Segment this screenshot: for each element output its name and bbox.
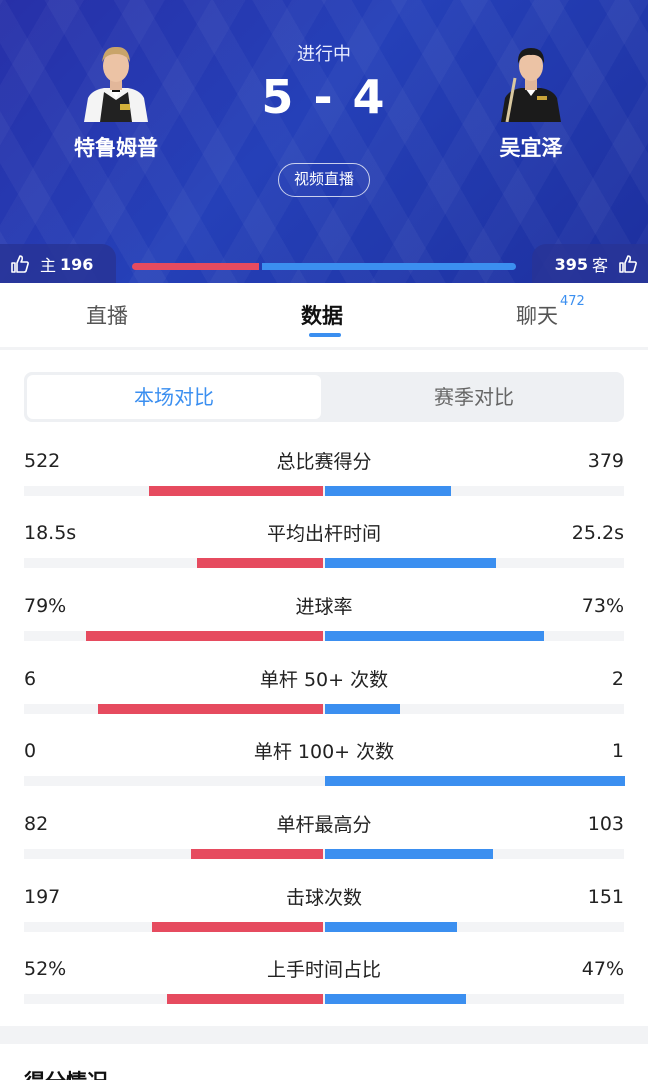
stat-away-value: 47%: [581, 958, 624, 980]
stat-home-bar: [167, 994, 323, 1004]
match-header: 特鲁姆普 进行中 5 - 4 视频直播 吴宜泽 主 196 395 客: [0, 0, 648, 283]
section-title: 得分情况: [24, 1066, 108, 1080]
stat-home-bar: [149, 486, 323, 496]
stat-row: 79% 进球率 73%: [24, 595, 624, 655]
stat-home-bar: [86, 631, 323, 641]
away-player[interactable]: 吴宜泽: [461, 38, 601, 162]
home-like-label: 主: [40, 256, 57, 275]
home-like-count: 196: [60, 254, 94, 274]
stat-home-bar: [98, 704, 323, 714]
away-support-fill: [262, 263, 516, 270]
stat-bar-track: [24, 849, 624, 859]
stat-row: 197 击球次数 151: [24, 886, 624, 946]
stat-away-bar: [325, 776, 625, 786]
stat-bar-track: [24, 558, 624, 568]
home-support-fill: [132, 263, 259, 270]
active-tab-indicator: [309, 333, 341, 337]
tab-chat[interactable]: 聊天472: [516, 294, 585, 330]
thumb-up-icon: [619, 255, 637, 273]
stat-label: 单杆 50+ 次数: [259, 669, 389, 691]
away-like-label: 客: [591, 256, 608, 275]
video-live-button[interactable]: 视频直播: [278, 163, 370, 197]
stat-away-bar: [325, 922, 457, 932]
stat-home-bar: [152, 922, 323, 932]
support-ratio-bar: [132, 263, 516, 270]
stat-bar-track: [24, 994, 624, 1004]
away-player-name: 吴宜泽: [499, 136, 563, 160]
stats-card: 本场对比 赛季对比 522 总比赛得分 379 18.5s 平均出杆时间 25.2s 79%…: [0, 350, 648, 1026]
stat-away-value: 2: [611, 668, 624, 690]
stat-label: 总比赛得分: [276, 451, 372, 473]
stat-label: 上手时间占比: [266, 959, 381, 981]
stat-label: 单杆 100+ 次数: [253, 741, 395, 763]
stat-row: 522 总比赛得分 379: [24, 450, 624, 510]
segment-this-match[interactable]: 本场对比: [27, 375, 321, 419]
stat-away-value: 151: [587, 886, 624, 908]
stat-label: 平均出杆时间: [266, 523, 381, 545]
tab-data[interactable]: 数据: [301, 300, 343, 330]
stat-row: 6 单杆 50+ 次数 2: [24, 668, 624, 728]
stat-bar-track: [24, 486, 624, 496]
segment-season[interactable]: 赛季对比: [327, 375, 621, 419]
stat-away-bar: [325, 558, 496, 568]
stat-away-value: 103: [587, 813, 624, 835]
stat-label: 进球率: [295, 596, 353, 618]
comparison-segmented-control: 本场对比 赛季对比: [24, 372, 624, 422]
stat-label: 单杆最高分: [276, 814, 372, 836]
stat-away-value: 379: [587, 450, 624, 472]
tab-bar: 直播 数据 聊天472: [0, 283, 648, 347]
stat-home-bar: [191, 849, 323, 859]
stat-row: 82 单杆最高分 103: [24, 813, 624, 873]
tab-chat-label: 聊天: [516, 304, 558, 328]
score-section: 得分情况: [0, 1044, 648, 1080]
stat-away-bar: [325, 994, 466, 1004]
away-like-count: 395: [554, 254, 588, 274]
stat-away-bar: [325, 849, 493, 859]
stat-away-bar: [325, 631, 544, 641]
stat-row: 52% 上手时间占比 47%: [24, 958, 624, 1018]
home-player-name: 特鲁姆普: [74, 136, 158, 160]
stat-home-bar: [197, 558, 323, 568]
chat-count-badge: 472: [560, 294, 585, 309]
away-like-button[interactable]: 395 客: [532, 244, 648, 283]
stat-away-value: 73%: [581, 595, 624, 617]
stat-away-value: 25.2s: [571, 522, 624, 544]
tab-live[interactable]: 直播: [86, 300, 128, 330]
stat-row: 18.5s 平均出杆时间 25.2s: [24, 522, 624, 582]
stat-row: 0 单杆 100+ 次数 1: [24, 740, 625, 800]
tab-data-label: 数据: [301, 304, 343, 328]
home-like-button[interactable]: 主 196: [0, 244, 116, 283]
stat-bar-track: [24, 922, 624, 932]
stat-label: 击球次数: [285, 887, 362, 909]
stat-away-bar: [325, 704, 400, 714]
stat-away-value: 1: [611, 740, 624, 762]
thumb-up-icon: [11, 255, 29, 273]
away-player-avatar: [493, 38, 569, 123]
stat-away-bar: [325, 486, 451, 496]
